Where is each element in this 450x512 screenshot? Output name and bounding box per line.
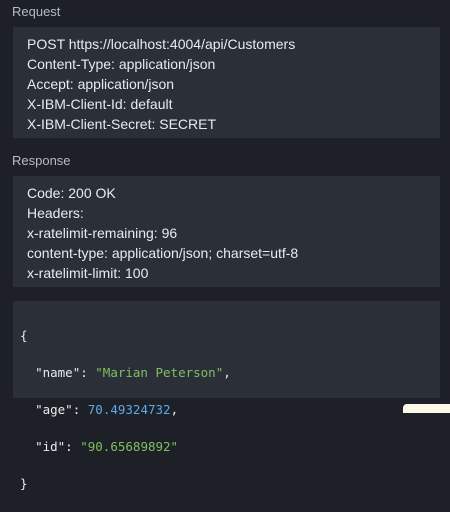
json-trail: , (223, 364, 231, 380)
json-close-brace: } (20, 475, 440, 494)
json-key: "name" (35, 364, 81, 380)
response-line: x-ratelimit-limit: 100 (27, 265, 149, 281)
json-field-name: "name": "Marian Peterson", (35, 364, 231, 380)
response-line: content-type: application/json; charset=… (27, 245, 299, 261)
request-line: Content-Type: application/json (27, 56, 216, 72)
request-line: X-IBM-Client-Secret: SECRET (27, 116, 217, 132)
request-panel: POST https://localhost:4004/api/Customer… (13, 27, 440, 138)
json-field-id: "id": "90.65689892" (35, 438, 179, 454)
json-open-brace: { (20, 327, 440, 346)
corner-tab[interactable] (403, 404, 450, 413)
json-field-age: "age": 70.49324732, (35, 401, 179, 417)
request-line: X-IBM-Client-Id: default (27, 96, 173, 112)
json-trail: , (170, 401, 179, 417)
response-section-label: Response (12, 153, 71, 168)
json-brace: { (20, 327, 28, 343)
response-line: Code: 200 OK (27, 185, 116, 201)
response-panel: Code: 200 OK Headers: x-ratelimit-remain… (13, 176, 440, 287)
response-line: Headers: (27, 205, 84, 221)
json-key: "id" (35, 438, 66, 454)
request-line: POST https://localhost:4004/api/Customer… (27, 36, 296, 52)
response-line: x-ratelimit-remaining: 96 (27, 225, 178, 241)
request-line: Accept: application/json (27, 76, 175, 92)
json-key: "age" (35, 401, 73, 417)
json-value: 70.49324732 (87, 401, 171, 417)
json-value: "90.65689892" (80, 438, 179, 454)
request-section-label: Request (12, 4, 61, 19)
response-body-json: { "name": "Marian Peterson", "age": 70.4… (13, 301, 440, 491)
json-brace: } (20, 475, 28, 491)
json-value: "Marian Peterson" (95, 364, 224, 380)
